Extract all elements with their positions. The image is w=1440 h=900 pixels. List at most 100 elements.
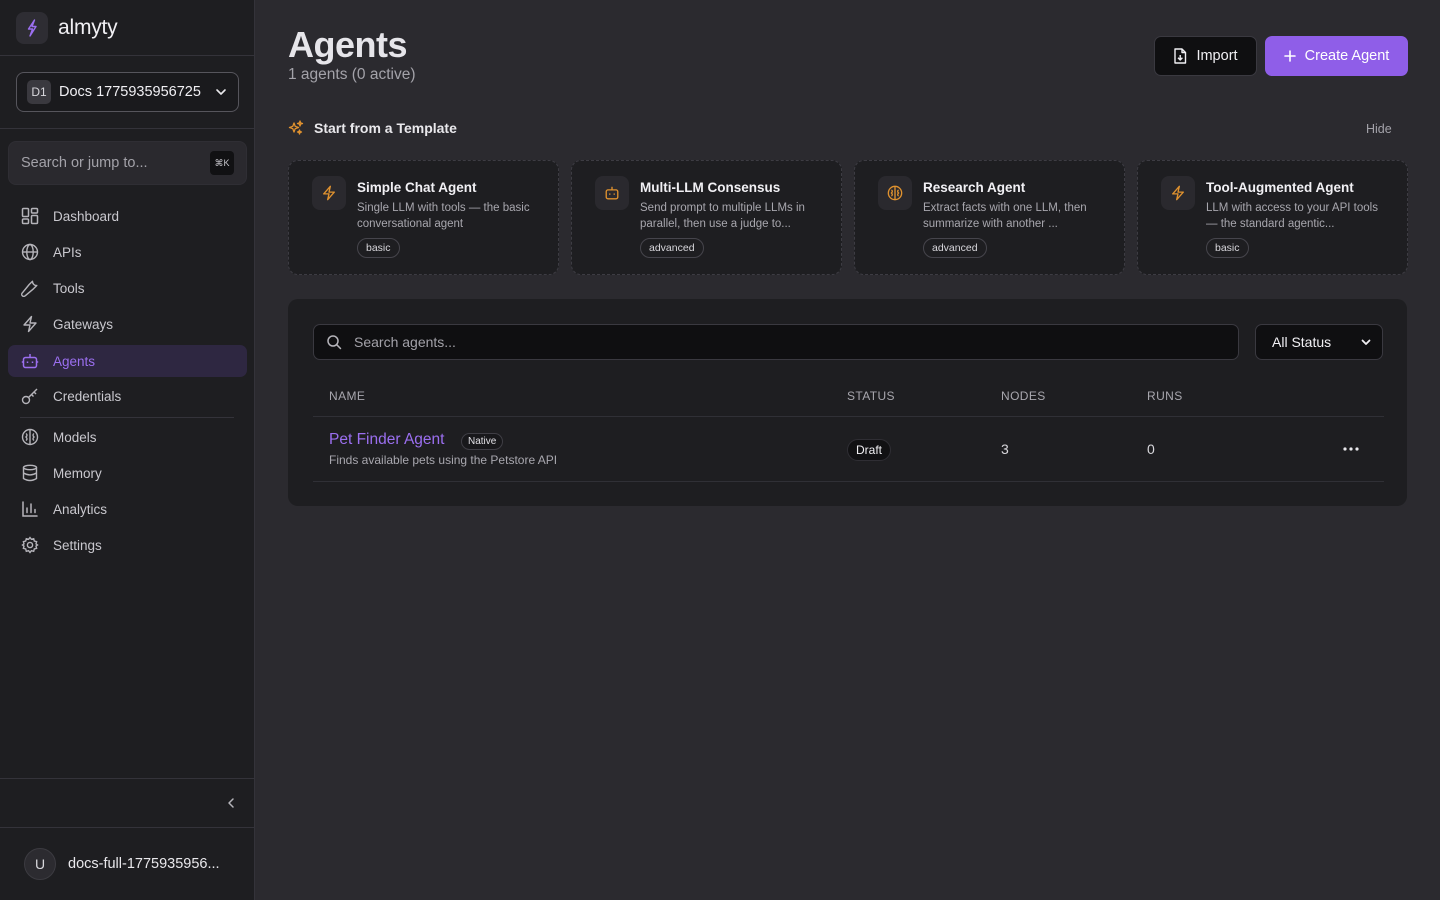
chevron-down-icon: [1360, 336, 1372, 348]
template-description: LLM with access to your API tools — the …: [1206, 202, 1378, 230]
table-divider: [313, 416, 1384, 417]
sidebar-item-label: Analytics: [53, 501, 108, 517]
divider: [0, 778, 255, 779]
agent-search-input[interactable]: Search agents...: [313, 324, 1239, 360]
workspace-switcher[interactable]: D1 Docs 1775935956725: [16, 72, 239, 112]
column-header-nodes: NODES: [1001, 389, 1046, 403]
avatar: U: [24, 848, 56, 880]
agent-search-placeholder: Search agents...: [354, 334, 456, 350]
sidebar: almyty D1 Docs 1775935956725 Search or j…: [0, 0, 255, 900]
template-card-research[interactable]: Research Agent Extract facts with one LL…: [854, 160, 1125, 275]
shortcut-badge: ⌘K: [210, 151, 234, 175]
status-filter-value: All Status: [1272, 334, 1332, 350]
more-horizontal-icon: [1343, 447, 1359, 451]
template-card-multi-llm[interactable]: Multi-LLM Consensus Send prompt to multi…: [571, 160, 842, 275]
template-description: Send prompt to multiple LLMs in parallel…: [640, 202, 805, 230]
template-name: Multi-LLM Consensus: [640, 180, 781, 195]
template-name: Research Agent: [923, 180, 1026, 195]
sidebar-item-memory[interactable]: Memory: [8, 457, 247, 489]
divider: [0, 128, 255, 129]
database-icon: [20, 463, 40, 483]
row-actions-button[interactable]: [1339, 439, 1363, 459]
create-agent-button[interactable]: Create Agent: [1265, 36, 1408, 76]
agent-runs-count: 0: [1147, 441, 1155, 457]
brand[interactable]: almyty: [16, 12, 118, 44]
sidebar-item-apis[interactable]: APIs: [8, 236, 247, 268]
template-tag: basic: [1206, 238, 1249, 258]
nav-separator: [20, 417, 234, 418]
template-card-simple-chat[interactable]: Simple Chat Agent Single LLM with tools …: [288, 160, 559, 275]
agent-nodes-count: 3: [1001, 441, 1009, 457]
bot-icon: [20, 351, 40, 371]
status-filter-select[interactable]: All Status: [1255, 324, 1383, 360]
agent-type-badge: Native: [461, 433, 504, 450]
sidebar-item-settings[interactable]: Settings: [8, 529, 247, 561]
sidebar-item-label: Dashboard: [53, 208, 120, 224]
sidebar-item-label: Gateways: [53, 316, 114, 332]
gear-icon: [20, 535, 40, 555]
brand-logo-icon: [16, 12, 48, 44]
import-button[interactable]: Import: [1154, 36, 1257, 76]
divider: [0, 827, 255, 828]
sidebar-item-label: Credentials: [53, 388, 122, 404]
search-icon: [326, 334, 342, 350]
hide-templates-button[interactable]: Hide: [1366, 122, 1392, 136]
user-name: docs-full-1775935956...: [68, 856, 220, 872]
template-tag: basic: [357, 238, 400, 258]
sidebar-item-credentials[interactable]: Credentials: [8, 380, 247, 412]
table-divider: [313, 481, 1384, 482]
workspace-name: Docs 1775935956725: [59, 84, 201, 100]
sidebar-item-agents[interactable]: Agents: [8, 345, 247, 377]
sidebar-item-label: Agents: [53, 353, 96, 369]
template-card-tool-augmented[interactable]: Tool-Augmented Agent LLM with access to …: [1137, 160, 1408, 275]
template-section-header: Start from a Template: [288, 120, 457, 136]
wrench-icon: [20, 278, 40, 298]
user-menu[interactable]: U docs-full-1775935956...: [24, 848, 220, 880]
sidebar-item-dashboard[interactable]: Dashboard: [8, 200, 247, 232]
plus-icon: [1283, 50, 1296, 62]
sidebar-search-input[interactable]: Search or jump to... ⌘K: [8, 141, 247, 185]
sidebar-search-placeholder: Search or jump to...: [21, 155, 148, 171]
agent-name-link[interactable]: Pet Finder Agent: [329, 431, 444, 449]
page-subtitle: 1 agents (0 active): [288, 66, 416, 83]
lightning-icon: [20, 314, 40, 334]
create-agent-label: Create Agent: [1304, 48, 1390, 64]
template-description: Single LLM with tools — the basic conver…: [357, 202, 530, 230]
template-description: Extract facts with one LLM, then summari…: [923, 202, 1087, 230]
divider: [0, 55, 255, 56]
collapse-sidebar-button[interactable]: [222, 794, 240, 812]
chevron-left-icon: [225, 797, 237, 809]
template-section-title: Start from a Template: [314, 120, 457, 136]
workspace-badge: D1: [27, 80, 51, 104]
sidebar-item-label: Settings: [53, 537, 102, 553]
template-name: Tool-Augmented Agent: [1206, 180, 1354, 195]
lightning-icon: [312, 176, 346, 210]
chevron-down-icon: [214, 85, 228, 99]
key-icon: [20, 386, 40, 406]
sidebar-item-gateways[interactable]: Gateways: [8, 308, 247, 340]
sidebar-item-label: Memory: [53, 465, 102, 481]
column-header-name: NAME: [329, 389, 366, 403]
sidebar-item-models[interactable]: Models: [8, 421, 247, 453]
sidebar-item-tools[interactable]: Tools: [8, 272, 247, 304]
column-header-status: STATUS: [847, 389, 895, 403]
sidebar-item-analytics[interactable]: Analytics: [8, 493, 247, 525]
agent-description: Finds available pets using the Petstore …: [329, 453, 558, 467]
template-tag: advanced: [640, 238, 704, 258]
sidebar-item-label: Tools: [53, 280, 85, 296]
bot-icon: [595, 176, 629, 210]
status-badge: Draft: [847, 439, 892, 461]
dashboard-icon: [20, 206, 40, 226]
brand-name: almyty: [58, 16, 118, 39]
brain-icon: [20, 427, 40, 447]
column-header-runs: RUNS: [1147, 389, 1183, 403]
template-tag: advanced: [923, 238, 987, 258]
sparkles-icon: [288, 120, 304, 136]
file-import-icon: [1173, 48, 1187, 64]
sidebar-item-label: Models: [53, 429, 97, 445]
template-name: Simple Chat Agent: [357, 180, 477, 195]
globe-icon: [20, 242, 40, 262]
lightning-icon: [1161, 176, 1195, 210]
import-label: Import: [1196, 48, 1238, 64]
sidebar-item-label: APIs: [53, 244, 82, 260]
